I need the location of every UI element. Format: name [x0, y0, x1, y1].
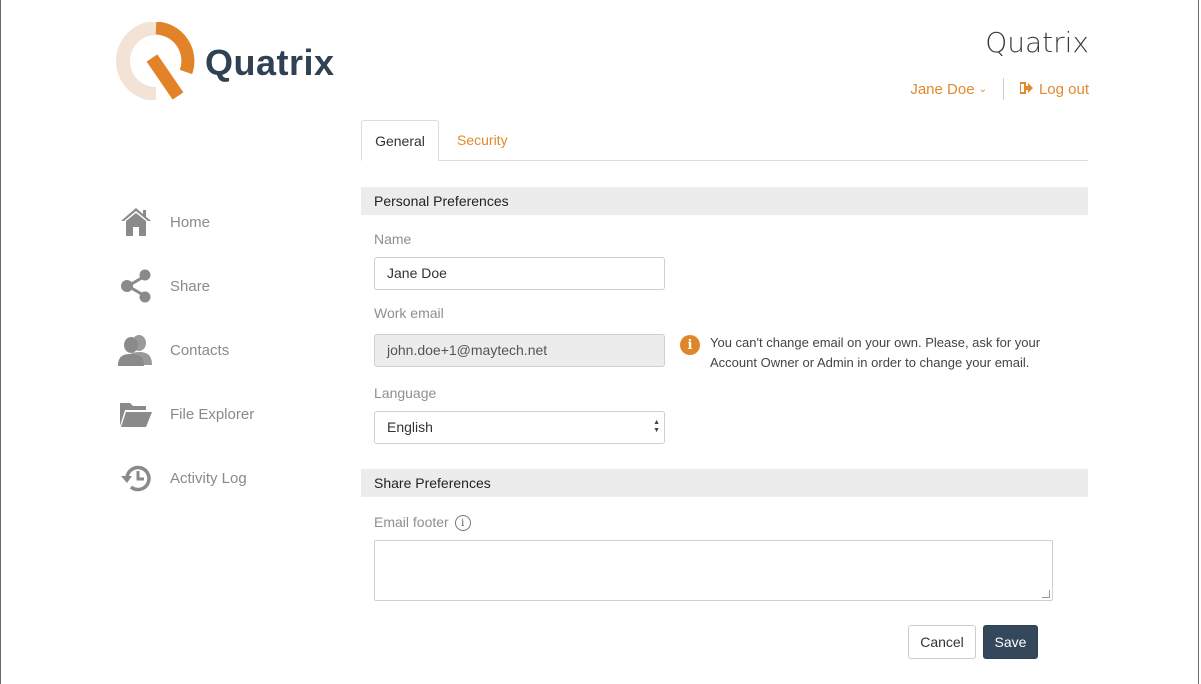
sidebar-item-label: Home — [170, 213, 211, 231]
info-icon: i — [680, 335, 700, 355]
name-field[interactable]: Jane Doe — [374, 257, 665, 290]
settings-tabs: General Security — [361, 120, 1088, 161]
work-email-label: Work email — [374, 305, 444, 321]
user-name: Jane Doe — [910, 80, 975, 98]
name-label: Name — [374, 231, 412, 247]
app-title: Quatrix — [985, 26, 1089, 59]
language-label: Language — [374, 385, 437, 401]
user-menu-button[interactable]: Jane Doe ⌄ — [910, 81, 987, 98]
sidebar-item-label: Activity Log — [170, 469, 247, 487]
divider — [1002, 78, 1004, 100]
sidebar-item-file-explorer[interactable]: File Explorer — [118, 382, 254, 446]
contacts-icon — [118, 332, 154, 368]
history-icon — [118, 460, 154, 496]
logout-button[interactable]: Log out — [1018, 80, 1089, 98]
work-email-field: john.doe+1@maytech.net — [374, 334, 665, 367]
email-footer-textarea[interactable] — [374, 540, 1053, 601]
tab-general[interactable]: General — [361, 120, 439, 161]
sidebar-item-label: Contacts — [170, 341, 230, 359]
tab-security[interactable]: Security — [457, 120, 508, 160]
share-preferences-header: Share Preferences — [361, 469, 1088, 497]
sidebar-nav: Home Share Contacts File Explorer Activi… — [118, 190, 254, 510]
user-menu: Jane Doe ⌄ Log out — [910, 78, 1089, 100]
logo-mark-icon — [116, 22, 195, 100]
sidebar-item-home[interactable]: Home — [118, 190, 254, 254]
logo[interactable]: Quatrix — [116, 22, 356, 100]
email-note-text: You can't change email on your own. Plea… — [710, 335, 1041, 370]
personal-preferences-header: Personal Preferences — [361, 187, 1088, 215]
folder-icon — [118, 396, 154, 432]
logo-text: Quatrix — [205, 42, 335, 83]
email-footer-label-row: Email footer i — [374, 514, 471, 532]
sidebar-item-activity-log[interactable]: Activity Log — [118, 446, 254, 510]
language-value: English — [387, 419, 433, 435]
info-outline-icon[interactable]: i — [454, 515, 471, 532]
sidebar-item-share[interactable]: Share — [118, 254, 254, 318]
sidebar-item-contacts[interactable]: Contacts — [118, 318, 254, 382]
email-footer-label: Email footer — [374, 514, 449, 530]
logout-label: Log out — [1038, 80, 1089, 98]
chevron-down-icon: ⌄ — [978, 83, 987, 95]
resize-grip-icon[interactable] — [1042, 590, 1050, 598]
select-arrows-icon: ▲ ▼ — [653, 419, 660, 434]
share-icon — [118, 268, 154, 304]
email-info-note: i You can't change email on your own. Pl… — [680, 333, 1070, 373]
language-select[interactable]: English ▲ ▼ — [374, 411, 665, 444]
sign-out-icon — [1018, 81, 1033, 97]
cancel-button[interactable]: Cancel — [908, 625, 976, 659]
save-button[interactable]: Save — [983, 625, 1038, 659]
home-icon — [118, 204, 154, 240]
sidebar-item-label: File Explorer — [170, 405, 255, 423]
sidebar-item-label: Share — [170, 277, 211, 295]
